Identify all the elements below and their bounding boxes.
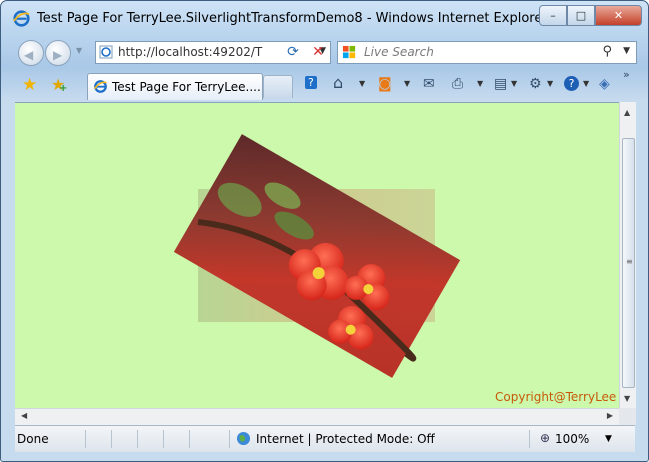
research-icon[interactable]: ◈ — [599, 76, 610, 92]
scroll-left-icon[interactable]: ◀ — [21, 411, 27, 420]
close-button[interactable]: ✕ — [595, 5, 642, 26]
search-input[interactable]: Live Search — [364, 45, 434, 59]
refresh-button[interactable]: ⟳ — [282, 41, 304, 62]
page-content: Copyright@TerryLee — [15, 102, 619, 409]
tab-test-page[interactable]: Test Page For TerryLee.... — [87, 73, 263, 100]
home-icon[interactable]: ⌂ — [333, 73, 343, 92]
help-icon[interactable]: ? — [564, 76, 579, 91]
copyright-text: Copyright@TerryLee — [495, 390, 617, 404]
scroll-up-icon[interactable]: ▲ — [624, 108, 630, 117]
stop-button[interactable]: ✕ — [307, 41, 329, 62]
page-menu-icon[interactable]: ▤ — [494, 76, 507, 92]
status-separator — [529, 430, 530, 448]
window-title: Test Page For TerryLee.SilverlightTransf… — [37, 11, 548, 26]
scrollbar-corner — [619, 408, 636, 425]
search-icon[interactable]: ⚲ — [602, 44, 612, 59]
rotated-flower-image — [173, 134, 461, 378]
print-dropdown[interactable]: ▼ — [477, 79, 483, 88]
search-box[interactable]: Live Search ⚲ ▼ — [337, 41, 637, 64]
vertical-scroll-thumb[interactable]: ≡ — [622, 138, 635, 388]
status-separator — [163, 430, 164, 448]
browser-window: Test Page For TerryLee.SilverlightTransf… — [0, 0, 649, 462]
status-text: Done — [17, 432, 49, 446]
forward-button[interactable]: ▶ — [45, 40, 71, 66]
tools-gear-icon[interactable]: ⚙ — [529, 76, 542, 92]
back-button[interactable]: ◀ — [18, 40, 44, 66]
recent-pages-dropdown[interactable]: ▼ — [76, 46, 82, 55]
quick-tabs-icon[interactable]: ? — [305, 76, 317, 89]
zoom-dropdown[interactable]: ▼ — [605, 434, 612, 444]
status-separator — [229, 430, 230, 448]
back-arrow-icon: ◀ — [24, 48, 34, 62]
ie-logo-icon — [13, 10, 30, 27]
tab-label: Test Page For TerryLee.... — [112, 80, 261, 94]
tab-bar: ★ ★ + Test Page For TerryLee.... ? ⌂ ▼ ◙… — [1, 67, 648, 101]
scroll-right-icon[interactable]: ▶ — [607, 411, 613, 420]
status-separator — [85, 430, 86, 448]
search-provider-dropdown[interactable]: ▼ — [623, 46, 630, 56]
page-icon — [99, 45, 113, 59]
feeds-icon[interactable]: ◙ — [378, 76, 392, 92]
status-separator — [189, 430, 190, 448]
status-separator — [111, 430, 112, 448]
title-bar[interactable]: Test Page For TerryLee.SilverlightTransf… — [1, 1, 648, 37]
toolbar-chevron-icon[interactable]: » — [623, 68, 630, 81]
vertical-scrollbar[interactable]: ▲ ≡ ▼ — [619, 102, 636, 408]
scroll-down-icon[interactable]: ▼ — [624, 394, 630, 403]
forward-arrow-icon: ▶ — [53, 48, 63, 62]
tools-dropdown[interactable]: ▼ — [547, 79, 553, 88]
status-separator — [137, 430, 138, 448]
grip-icon: ≡ — [626, 257, 633, 266]
stop-icon: ✕ — [312, 43, 324, 60]
zoom-level[interactable]: 100% — [555, 432, 589, 446]
add-plus-icon: + — [59, 83, 68, 94]
zoom-icon[interactable]: ⊕ — [540, 431, 550, 445]
horizontal-scrollbar[interactable]: ◀ ▶ — [15, 408, 619, 425]
maximize-button[interactable]: □ — [567, 5, 595, 26]
internet-globe-icon — [236, 431, 251, 446]
ie-page-icon — [93, 80, 107, 93]
security-zone-text[interactable]: Internet | Protected Mode: Off — [256, 432, 435, 446]
windows-logo-icon — [342, 45, 356, 59]
page-dropdown[interactable]: ▼ — [511, 79, 517, 88]
status-bar: Done Internet | Protected Mode: Off ⊕ 10… — [15, 425, 635, 452]
favorites-center-icon[interactable]: ★ — [22, 75, 37, 95]
help-dropdown[interactable]: ▼ — [583, 79, 589, 88]
new-tab-button[interactable] — [263, 75, 293, 98]
mail-icon[interactable]: ✉ — [423, 76, 435, 92]
home-dropdown[interactable]: ▼ — [359, 79, 365, 88]
refresh-icon: ⟳ — [287, 43, 299, 60]
minimize-button[interactable]: – — [539, 5, 567, 26]
window-controls: – □ ✕ — [539, 5, 642, 26]
address-input[interactable]: http://localhost:49202/T — [118, 45, 262, 59]
print-icon[interactable]: ⎙ — [452, 76, 463, 92]
feeds-dropdown[interactable]: ▼ — [404, 79, 410, 88]
navigation-bar: ◀ ▶ ▼ http://localhost:49202/T ▼ ⟳ ✕ Liv… — [1, 37, 648, 67]
